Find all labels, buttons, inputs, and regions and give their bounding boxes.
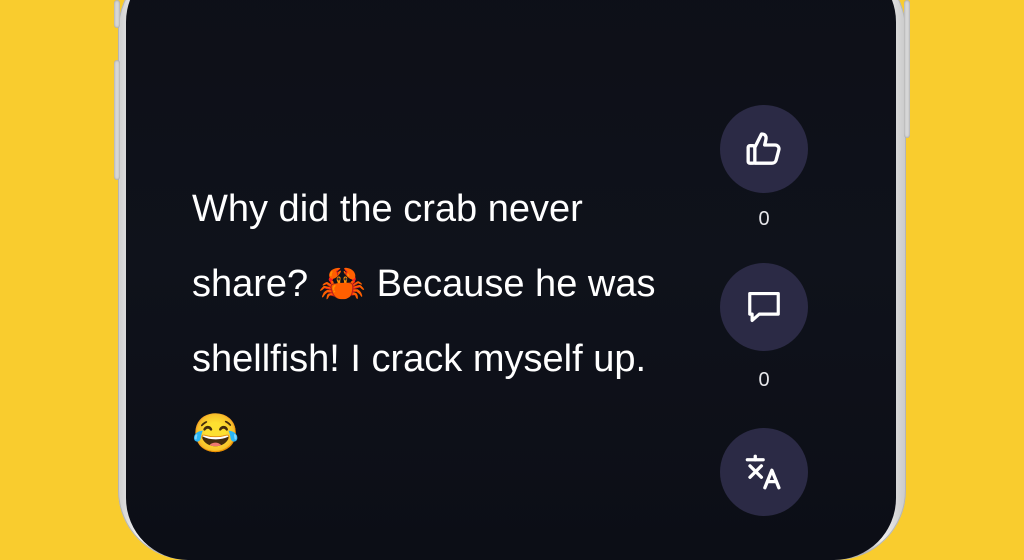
- post-text: Why did the crab never share? 🦀 Because …: [192, 188, 656, 455]
- thumbs-up-icon: [744, 129, 784, 169]
- like-count: 0: [758, 208, 770, 230]
- comment-count: 0: [758, 369, 770, 391]
- translate-button[interactable]: [720, 428, 808, 516]
- silent-switch: [114, 0, 120, 28]
- comment-icon: [745, 288, 783, 326]
- phone-screen: Why did the crab never share? 🦀 Because …: [126, 0, 896, 560]
- volume-button: [114, 60, 120, 180]
- power-button: [904, 0, 910, 138]
- translate-icon: [743, 451, 785, 493]
- like-button[interactable]: [720, 105, 808, 193]
- comment-button[interactable]: [720, 263, 808, 351]
